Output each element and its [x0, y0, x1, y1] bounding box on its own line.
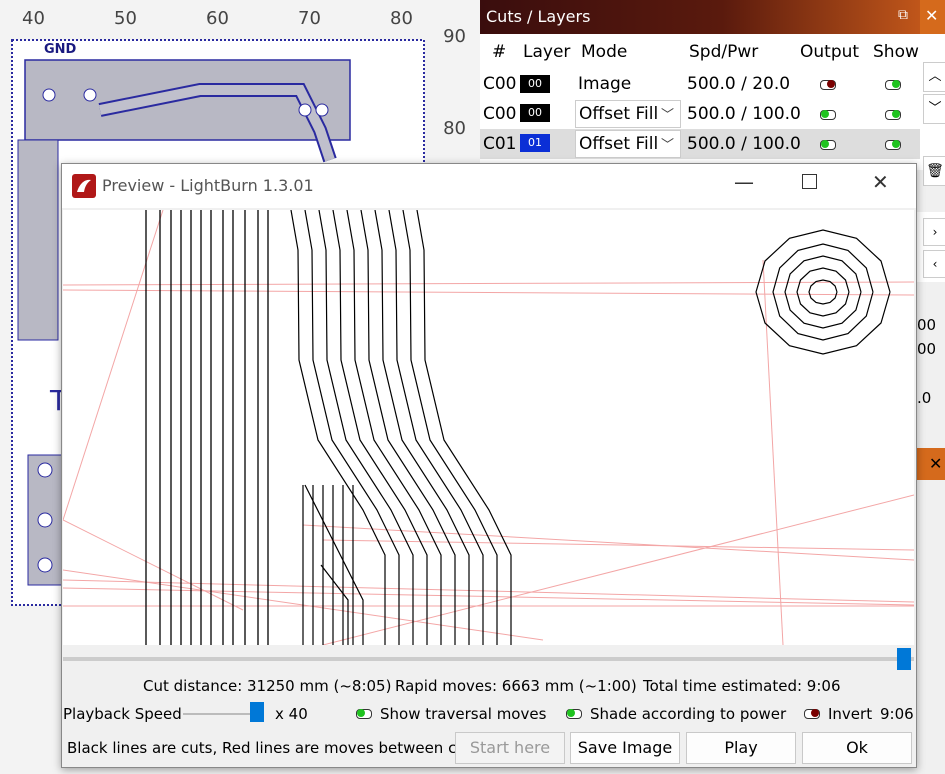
- cut-ring: [796, 267, 850, 317]
- table-row-selected[interactable]: C01 01 Offset Fill ﹀ 500.0 / 100.0: [480, 129, 920, 159]
- toolpath-drawing: [63, 210, 914, 645]
- output-toggle[interactable]: [820, 110, 836, 120]
- chevron-left-icon[interactable]: ‹: [923, 250, 945, 278]
- row-number: C01: [483, 134, 517, 154]
- shade-power-label: Shade according to power: [590, 705, 787, 723]
- mode-select[interactable]: Offset Fill ﹀: [575, 130, 681, 158]
- traversal-move-line: [322, 494, 914, 645]
- save-image-button[interactable]: Save Image: [570, 732, 680, 764]
- close-icon[interactable]: ✕: [872, 170, 889, 194]
- chevron-down-icon: ﹀: [660, 138, 674, 153]
- row-number: C00: [483, 74, 517, 94]
- pcb-label: GND: [44, 42, 77, 57]
- col-header-show: Show: [873, 42, 919, 62]
- restore-icon[interactable]: ⧉: [898, 7, 908, 23]
- ok-button[interactable]: Ok: [802, 732, 912, 764]
- col-header-spdpwr: Spd/Pwr: [689, 42, 759, 62]
- invert-toggle[interactable]: [804, 709, 820, 719]
- play-button[interactable]: Play: [686, 732, 796, 764]
- cut-line: [320, 564, 349, 645]
- preview-title: Preview - LightBurn 1.3.01: [102, 176, 314, 195]
- cuts-panel-title: Cuts / Layers: [486, 7, 591, 26]
- shade-power-toggle[interactable]: [566, 709, 582, 719]
- traversal-move-line: [322, 539, 914, 551]
- trash-icon[interactable]: 🗑: [923, 156, 945, 186]
- cut-line: [304, 484, 364, 645]
- preview-window: Preview - LightBurn 1.3.01 — ✕ Cut dista…: [61, 163, 917, 768]
- table-row[interactable]: C00 00 Image 500.0 / 20.0: [480, 70, 920, 98]
- legend-text: Black lines are cuts, Red lines are move…: [67, 739, 480, 757]
- side-value[interactable]: 00: [917, 340, 936, 358]
- rapid-moves-text: Rapid moves: 6663 mm (~1:00): [395, 677, 637, 695]
- invert-label: Invert: [828, 705, 873, 723]
- cut-distance-text: Cut distance: 31250 mm (~8:05): [143, 677, 392, 695]
- traversal-move-line: [63, 210, 164, 521]
- cuts-panel-titlebar[interactable]: Cuts / Layers: [480, 0, 920, 34]
- show-traversal-label: Show traversal moves: [380, 705, 547, 723]
- row-spdpwr: 500.0 / 100.0: [687, 104, 801, 124]
- preview-titlebar[interactable]: Preview - LightBurn 1.3.01 — ✕: [62, 164, 916, 208]
- row-mode: Image: [578, 74, 632, 94]
- traversal-move-line: [762, 259, 784, 645]
- show-toggle[interactable]: [885, 80, 901, 90]
- playback-multiplier: x 40: [275, 705, 308, 723]
- total-time-text: Total time estimated: 9:06: [643, 677, 841, 695]
- row-number: C00: [483, 104, 517, 124]
- cut-ring: [772, 243, 874, 341]
- row-spdpwr: 500.0 / 100.0: [687, 134, 801, 154]
- cut-ring: [755, 229, 891, 355]
- move-up-button[interactable]: ︿: [923, 62, 945, 92]
- time-readout: 9:06: [880, 705, 914, 723]
- col-header-layer: Layer: [523, 42, 571, 62]
- lightburn-logo-icon: [72, 174, 96, 198]
- panel-controls: ⧉ ✕: [898, 0, 945, 34]
- timeline-handle[interactable]: [897, 648, 911, 670]
- preview-canvas[interactable]: [63, 210, 914, 645]
- row-spdpwr: 500.0 / 20.0: [687, 74, 791, 94]
- traversal-move-line: [63, 519, 244, 611]
- maximize-icon[interactable]: [802, 174, 817, 189]
- chevron-right-icon[interactable]: ›: [923, 218, 945, 246]
- layer-swatch[interactable]: 01: [520, 134, 550, 152]
- side-value[interactable]: 00: [917, 316, 936, 334]
- side-value[interactable]: .0: [917, 389, 931, 407]
- playback-speed-label: Playback Speed: [63, 705, 182, 723]
- output-toggle[interactable]: [820, 140, 836, 150]
- show-toggle[interactable]: [885, 110, 901, 120]
- mode-select[interactable]: Offset Fill ﹀: [575, 100, 681, 128]
- traversal-move-line: [302, 524, 914, 561]
- layer-swatch[interactable]: 00: [520, 104, 550, 122]
- col-header-num: #: [492, 42, 507, 62]
- output-toggle[interactable]: [820, 80, 836, 90]
- show-toggle[interactable]: [885, 140, 901, 150]
- minimize-icon[interactable]: —: [734, 170, 754, 194]
- side-buttons: › ‹: [915, 212, 945, 282]
- cuts-layers-panel: Cuts / Layers ⧉ ✕ # Layer Mode Spd/Pwr O…: [480, 0, 945, 186]
- cut-ring: [808, 279, 838, 305]
- col-header-output: Output: [800, 42, 860, 62]
- move-down-button[interactable]: ﹀: [923, 94, 945, 124]
- close-icon[interactable]: ✕: [929, 454, 942, 473]
- timeline-track[interactable]: [63, 657, 914, 661]
- col-header-mode: Mode: [581, 42, 628, 62]
- chevron-down-icon: ﹀: [660, 108, 674, 123]
- table-row[interactable]: C00 00 Offset Fill ﹀ 500.0 / 100.0: [480, 99, 920, 129]
- panel-titlebar-fragment: ✕: [915, 448, 945, 480]
- start-here-button[interactable]: Start here: [455, 732, 565, 764]
- mode-select-value: Offset Fill: [579, 104, 659, 124]
- mode-select-value: Offset Fill: [579, 134, 659, 154]
- traversal-toggle[interactable]: [356, 709, 372, 719]
- close-icon[interactable]: ✕: [925, 6, 938, 25]
- layer-swatch[interactable]: 00: [520, 75, 550, 93]
- speed-slider-handle[interactable]: [250, 702, 264, 722]
